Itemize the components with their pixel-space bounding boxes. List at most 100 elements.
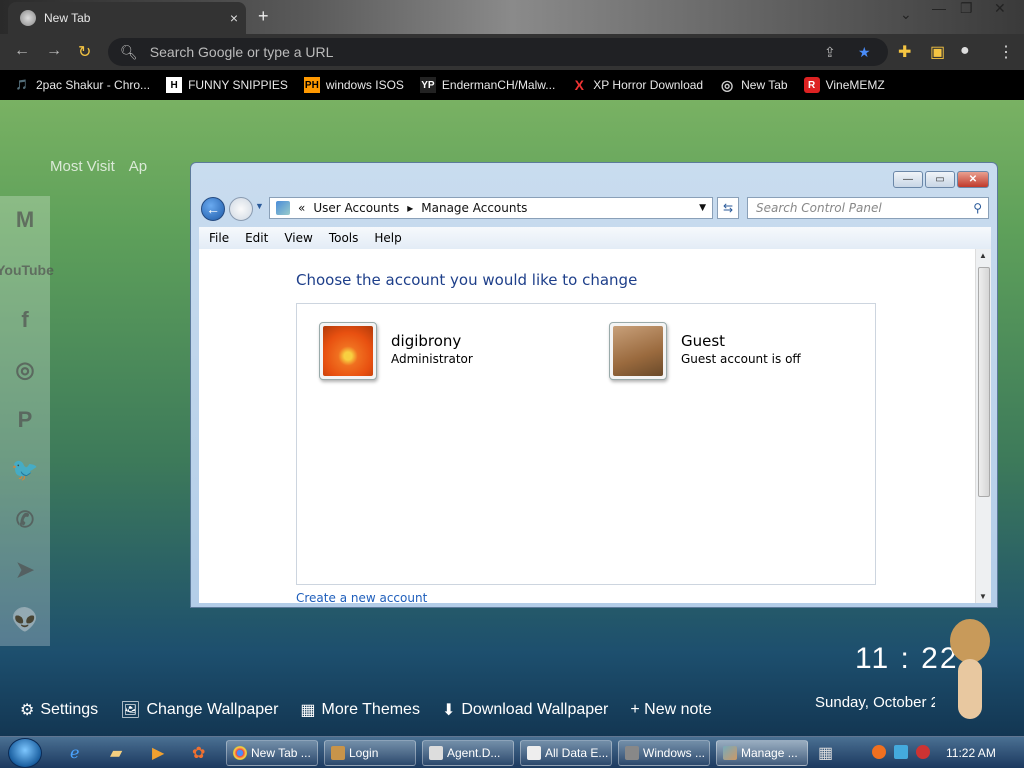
search-control-panel-input[interactable]: Search Control Panel ⚲ — [747, 197, 989, 219]
bookmark-favicon-icon: 🎵 — [15, 79, 29, 91]
address-row: ← ▼ « User Accounts ▸ Manage Accounts ▼ … — [199, 195, 989, 221]
bookmark-new-tab[interactable]: ◎ New Tab — [719, 77, 788, 93]
history-dropdown-icon[interactable]: ▼ — [255, 201, 264, 211]
telegram-icon[interactable]: ➤ — [0, 550, 50, 590]
explorer-back-button[interactable]: ← — [201, 197, 225, 221]
bookmark-label: EndermanCH/Malw... — [441, 78, 556, 92]
bookmark-vinememz[interactable]: R VineMEMZ — [803, 77, 885, 93]
reload-icon[interactable]: ↻ — [78, 42, 91, 62]
gmail-icon[interactable]: M — [0, 200, 50, 240]
menu-kebab-icon[interactable]: ⋮ — [998, 42, 1014, 62]
download-wallpaper-label: Download Wallpaper — [461, 701, 609, 718]
tab-strip: New Tab × + ⌄ — ❐ ✕ — [0, 0, 1024, 34]
minimize-icon[interactable]: — — [932, 0, 946, 16]
menu-file[interactable]: File — [209, 231, 229, 245]
menu-view[interactable]: View — [284, 231, 312, 245]
taskbar-button-new-tab[interactable]: New Tab ... — [226, 740, 318, 766]
bookmark-star-icon[interactable]: ★ — [858, 44, 871, 61]
tray-network-icon[interactable] — [894, 745, 908, 759]
bookmark-label: XP Horror Download — [593, 78, 704, 92]
taskbar-button-windows[interactable]: Windows ... — [618, 740, 710, 766]
twitter-icon[interactable]: 🐦 — [0, 450, 50, 490]
taskbar-button-agent[interactable]: Agent.D... — [422, 740, 514, 766]
bookmark-2pac[interactable]: 🎵 2pac Shakur - Chro... — [14, 77, 150, 93]
window-close-button[interactable]: ✕ — [957, 171, 989, 188]
side-panel-icon[interactable]: ▣ — [930, 42, 945, 62]
new-note-button[interactable]: + New note — [630, 700, 711, 720]
change-wallpaper-button[interactable]: 🖼︎ Change Wallpaper — [120, 700, 278, 720]
profile-avatar-icon[interactable]: ● — [960, 42, 970, 60]
download-wallpaper-button[interactable]: ⬇ Download Wallpaper — [442, 700, 608, 720]
window-icon — [429, 746, 443, 760]
more-themes-button[interactable]: ▦ More Themes — [300, 700, 420, 720]
restore-icon[interactable]: ❐ — [960, 0, 973, 17]
bookmark-windows-isos[interactable]: PH windows ISOS — [303, 77, 404, 93]
refresh-button[interactable]: ⇆ — [717, 197, 739, 219]
search-icon: 🔍︎ — [120, 43, 138, 60]
taskbar-button-manage[interactable]: Manage ... — [716, 740, 808, 766]
tab-new-tab[interactable]: New Tab × — [8, 2, 246, 34]
window-maximize-button[interactable]: ▭ — [925, 171, 955, 188]
new-tab-button[interactable]: + — [258, 6, 269, 27]
start-button[interactable] — [8, 738, 42, 768]
taskbar-clock[interactable]: 11:22 AM — [946, 746, 996, 760]
bookmark-endermanch[interactable]: YP EndermanCH/Malw... — [419, 77, 556, 93]
account-digibrony[interactable]: digibrony Administrator — [319, 322, 473, 380]
youtube-icon[interactable]: YouTube — [0, 250, 54, 290]
breadcrumb-manage-accounts[interactable]: Manage Accounts — [421, 201, 527, 215]
tray-app-icon[interactable] — [872, 745, 886, 759]
taskbar-label: Agent.D... — [447, 746, 501, 760]
explorer-forward-button[interactable] — [229, 197, 253, 221]
whatsapp-icon[interactable]: ✆ — [0, 500, 50, 540]
taskbar-button-all-data[interactable]: All Data E... — [520, 740, 612, 766]
tray-volume-icon[interactable] — [916, 745, 930, 759]
scroll-thumb[interactable] — [978, 267, 990, 497]
window-minimize-button[interactable]: — — [893, 171, 923, 188]
ie-icon[interactable]: ℯ — [70, 743, 79, 763]
taskbar: ℯ ▰ ▶ ✿ New Tab ... Login Agent.D... All… — [0, 736, 1024, 768]
chrome-favicon-icon — [20, 10, 36, 26]
forward-arrow-icon[interactable]: → — [46, 42, 62, 60]
pinterest-icon[interactable]: P — [0, 400, 50, 440]
r-icon: R — [803, 77, 820, 93]
breadcrumb-separator-icon[interactable]: ▸ — [407, 201, 413, 215]
extensions-puzzle-icon[interactable]: ✚ — [898, 42, 911, 62]
folder-icon[interactable]: ▰ — [110, 743, 122, 763]
menu-help[interactable]: Help — [374, 231, 401, 245]
address-dropdown-icon[interactable]: ▼ — [699, 203, 706, 213]
bookmark-funny-snippies[interactable]: H FUNNY SNIPPIES — [166, 77, 288, 93]
media-player-icon[interactable]: ▶ — [152, 743, 164, 763]
settings-button[interactable]: ⚙ Settings — [20, 700, 98, 720]
reddit-icon[interactable]: 👽 — [0, 600, 50, 640]
breadcrumb-overflow[interactable]: « — [298, 201, 305, 215]
app-icon[interactable]: ▦ — [818, 743, 833, 763]
back-arrow-icon[interactable]: ← — [14, 42, 30, 60]
account-guest[interactable]: Guest Guest account is off — [609, 322, 801, 380]
menu-edit[interactable]: Edit — [245, 231, 268, 245]
ntp-date: Sunday, October 2 — [815, 694, 935, 711]
breadcrumb-user-accounts[interactable]: User Accounts — [313, 201, 399, 215]
taskbar-button-login[interactable]: Login — [324, 740, 416, 766]
menu-tools[interactable]: Tools — [329, 231, 359, 245]
omnibox[interactable]: 🔍︎ Search Google or type a URL ⇪ ★ — [108, 38, 888, 66]
tab-close-icon[interactable]: × — [230, 10, 238, 26]
apps-link[interactable]: Ap — [129, 158, 147, 175]
paint-icon[interactable]: ✿ — [192, 743, 205, 763]
facebook-icon[interactable]: f — [0, 300, 50, 340]
ntp-shortcuts-bar: Most Visit Ap — [50, 158, 147, 175]
close-icon[interactable]: ✕ — [994, 0, 1006, 17]
most-visited-link[interactable]: Most Visit — [50, 158, 115, 175]
bookmark-label: New Tab — [741, 78, 788, 92]
create-new-account-link[interactable]: Create a new account — [296, 591, 427, 605]
address-bar[interactable]: « User Accounts ▸ Manage Accounts ▼ — [269, 197, 713, 219]
instagram-icon[interactable]: ◎ — [0, 350, 50, 390]
bookmark-xp-horror[interactable]: X XP Horror Download — [571, 77, 704, 93]
tab-search-chevron-icon[interactable]: ⌄ — [900, 6, 912, 23]
share-icon[interactable]: ⇪ — [824, 44, 836, 61]
vertical-scrollbar[interactable]: ▲ ▼ — [975, 249, 991, 603]
scroll-up-icon[interactable]: ▲ — [979, 251, 987, 260]
search-icon[interactable]: ⚲ — [973, 201, 982, 215]
scroll-down-icon[interactable]: ▼ — [979, 592, 987, 601]
account-role: Administrator — [391, 352, 473, 366]
system-tray — [872, 745, 930, 759]
